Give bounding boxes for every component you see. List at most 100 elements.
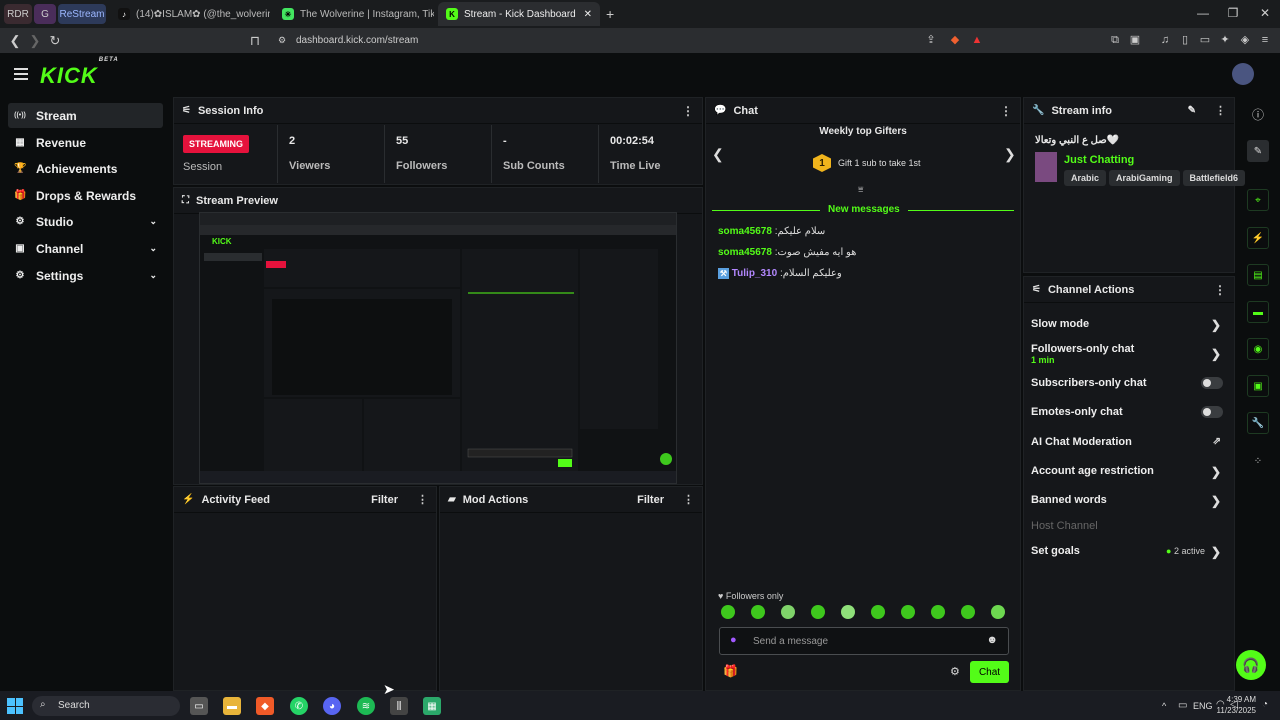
forward-icon[interactable]: ❯ bbox=[28, 34, 42, 48]
chat-username[interactable]: Tulip_310 bbox=[732, 268, 777, 279]
new-tab-button[interactable]: + bbox=[606, 6, 614, 22]
screenshot-icon[interactable]: ▣ bbox=[1128, 33, 1142, 47]
banned-words-row[interactable]: Banned words ❯ bbox=[1031, 494, 1227, 508]
kick-app-icon[interactable]: ▦ bbox=[423, 697, 441, 715]
brave-icon[interactable]: ◆ bbox=[256, 697, 274, 715]
sidebar-toggle-icon[interactable]: ▯ bbox=[1178, 33, 1192, 47]
set-goals-row[interactable]: Set goals ● 2 active ❯ bbox=[1031, 545, 1227, 559]
mixer-app-icon[interactable]: ⫼ bbox=[390, 697, 408, 715]
emote-icon[interactable] bbox=[841, 605, 855, 619]
more-options-icon[interactable]: ⋮ bbox=[1215, 104, 1226, 117]
stream-preview-video[interactable]: KICK bbox=[199, 212, 677, 484]
emotes-only-toggle[interactable] bbox=[1201, 406, 1223, 418]
mod-rail-icon[interactable]: ▣ bbox=[1247, 375, 1269, 397]
more-options-icon[interactable]: ⋮ bbox=[417, 493, 428, 506]
close-tab-icon[interactable]: ✕ bbox=[584, 9, 592, 20]
site-info-icon[interactable]: ⚙ bbox=[278, 31, 286, 50]
subscribers-only-toggle[interactable] bbox=[1201, 377, 1223, 389]
url-field[interactable]: ⚙ dashboard.kick.com/stream bbox=[272, 31, 992, 50]
filter-button[interactable]: Filter bbox=[637, 494, 664, 506]
emote-icon[interactable] bbox=[961, 605, 975, 619]
more-options-icon[interactable]: ⋮ bbox=[682, 104, 694, 118]
back-icon[interactable]: ❮ bbox=[8, 34, 22, 48]
chevron-left-icon[interactable]: ❮ bbox=[712, 146, 724, 163]
broadcast-rail-icon[interactable]: ◉ bbox=[1247, 338, 1269, 360]
music-icon[interactable]: ♫ bbox=[1158, 33, 1172, 47]
info-icon[interactable]: ⓘ bbox=[1247, 103, 1269, 125]
pinned-tab-restream[interactable]: ReStream bbox=[58, 4, 106, 24]
tag[interactable]: Arabic bbox=[1064, 170, 1107, 186]
tab-kick-dashboard[interactable]: K Stream - Kick Dashboard ✕ bbox=[438, 2, 600, 26]
browser-menu-icon[interactable]: ≡ bbox=[1258, 33, 1272, 47]
mic-icon[interactable]: ● bbox=[730, 634, 737, 646]
extensions-icon[interactable]: ⧉ bbox=[1108, 33, 1122, 47]
chevron-right-icon[interactable]: ❯ bbox=[1004, 146, 1016, 163]
gift-icon[interactable]: 🎁 bbox=[723, 664, 738, 678]
share-icon[interactable]: ⇪ bbox=[924, 33, 938, 47]
task-view-icon[interactable]: ▭ bbox=[190, 697, 208, 715]
emote-icon[interactable] bbox=[931, 605, 945, 619]
more-options-icon[interactable]: ⋮ bbox=[683, 493, 694, 506]
kick-logo[interactable]: KICKBETA bbox=[40, 57, 118, 89]
wallet-icon[interactable]: ▭ bbox=[1198, 33, 1212, 47]
slow-mode-row[interactable]: Slow mode ❯ bbox=[1031, 318, 1227, 332]
apps-icon[interactable]: ⁘ bbox=[1247, 450, 1269, 472]
ai-moderation-row[interactable]: AI Chat Moderation ⇗ bbox=[1031, 436, 1227, 448]
chat-icon[interactable]: ▬ bbox=[1247, 301, 1269, 323]
chevron-down-icon[interactable]: ⌄ bbox=[149, 243, 157, 254]
collapse-icon[interactable]: ⩸ bbox=[858, 184, 863, 195]
windows-start-icon[interactable] bbox=[7, 698, 23, 714]
edit-pencil-icon[interactable]: ✎ bbox=[1188, 105, 1196, 116]
tag[interactable]: ArabiGaming bbox=[1109, 170, 1180, 186]
emote-icon[interactable] bbox=[811, 605, 825, 619]
pinned-tab-g[interactable]: G bbox=[34, 4, 56, 24]
file-explorer-icon[interactable]: ▬ bbox=[223, 697, 241, 715]
emote-icon[interactable] bbox=[991, 605, 1005, 619]
tab-tiktok[interactable]: ♪ (14)✿ISLAM✿ (@the_wolverine_i) | T bbox=[110, 2, 270, 26]
emote-icon[interactable] bbox=[871, 605, 885, 619]
chevron-down-icon[interactable]: ⌄ bbox=[149, 270, 157, 281]
network-icon[interactable]: ▭ bbox=[1178, 700, 1187, 711]
system-clock[interactable]: 4:39 AM 11/23/2025 bbox=[1210, 694, 1256, 716]
pinned-tab-rdr[interactable]: RDR bbox=[4, 4, 32, 24]
emote-icon[interactable] bbox=[751, 605, 765, 619]
followers-only-row[interactable]: Followers-only chat 1 min ❯ bbox=[1031, 343, 1227, 365]
more-options-icon[interactable]: ⋮ bbox=[1000, 104, 1012, 118]
sidebar-item-stream[interactable]: ((•)) Stream bbox=[8, 103, 163, 128]
user-avatar[interactable] bbox=[1232, 63, 1254, 85]
chat-username[interactable]: soma45678 bbox=[718, 247, 772, 258]
close-window-button[interactable]: ✕ bbox=[1250, 6, 1280, 20]
discord-icon[interactable]: ◕ bbox=[323, 697, 341, 715]
chevron-down-icon[interactable]: ⌄ bbox=[149, 216, 157, 227]
category-name[interactable]: Just Chatting bbox=[1064, 154, 1134, 166]
taskbar-search[interactable]: ⌕ Search bbox=[32, 696, 180, 716]
leo-icon[interactable]: ✦ bbox=[1218, 33, 1232, 47]
vpn-icon[interactable]: ◈ bbox=[1238, 33, 1252, 47]
chat-input[interactable]: ● Send a message ☻ bbox=[719, 627, 1009, 655]
rewards-icon[interactable]: ▲ bbox=[970, 33, 984, 47]
support-headset-icon[interactable]: 🎧 bbox=[1236, 650, 1266, 680]
emote-icon[interactable] bbox=[721, 605, 735, 619]
send-chat-button[interactable]: Chat bbox=[970, 661, 1009, 683]
emote-icon[interactable] bbox=[901, 605, 915, 619]
maximize-button[interactable]: ❐ bbox=[1218, 6, 1248, 20]
brave-shield-icon[interactable]: ◆ bbox=[948, 33, 962, 47]
tab-linktree[interactable]: ✳ The Wolverine | Instagram, TikTok | Li bbox=[274, 2, 434, 26]
notifications-icon[interactable]: ◔ bbox=[1262, 699, 1268, 710]
hamburger-menu-icon[interactable] bbox=[14, 68, 28, 80]
whatsapp-icon[interactable]: ✆ bbox=[290, 697, 308, 715]
more-options-icon[interactable]: ⋮ bbox=[1214, 283, 1226, 297]
chat-settings-icon[interactable]: ⚙ bbox=[950, 665, 960, 678]
lightning-icon[interactable]: ⚡ bbox=[1247, 227, 1269, 249]
edit-layout-icon[interactable]: ✎ bbox=[1247, 140, 1269, 162]
chat-username[interactable]: soma45678 bbox=[718, 226, 772, 237]
camera-focus-icon[interactable]: ⌖ bbox=[1247, 189, 1269, 211]
sidebar-item-channel[interactable]: ▣ Channel ⌄ bbox=[8, 236, 163, 261]
emote-icon[interactable] bbox=[781, 605, 795, 619]
sidebar-item-settings[interactable]: ⚙ Settings ⌄ bbox=[8, 263, 163, 288]
sidebar-item-drops[interactable]: 🎁 Drops & Rewards bbox=[8, 183, 163, 208]
sidebar-item-studio[interactable]: ⚙ Studio ⌄ bbox=[8, 209, 163, 234]
account-age-row[interactable]: Account age restriction ❯ bbox=[1031, 465, 1227, 479]
tag[interactable]: Battlefield6 bbox=[1182, 170, 1246, 186]
reload-icon[interactable]: ↻ bbox=[48, 34, 62, 48]
